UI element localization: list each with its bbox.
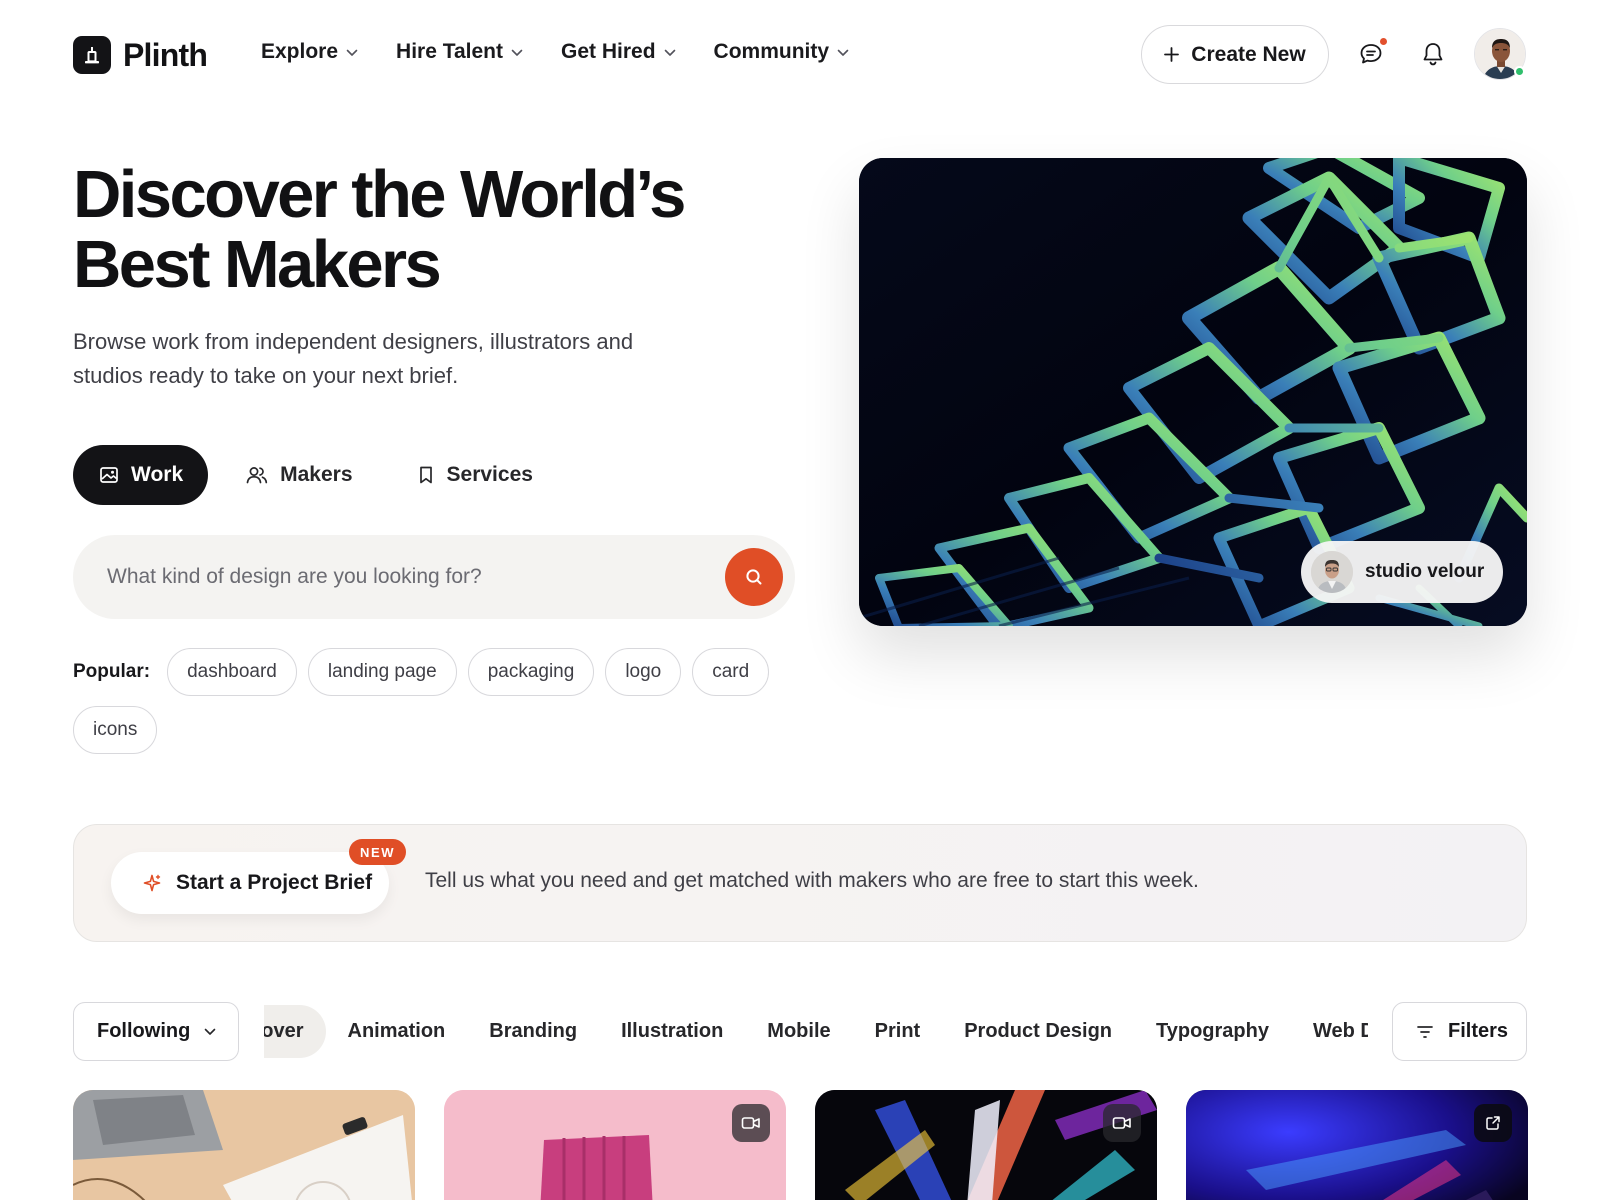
main-nav: Explore Hire Talent Get Hired Community <box>261 40 849 64</box>
search-icon <box>746 569 762 585</box>
project-brief-banner: Start a Project Brief NEW Tell us what y… <box>73 824 1527 942</box>
category-web-design[interactable]: Web Design <box>1291 1005 1368 1058</box>
search-type-tabs: Work Makers Services <box>73 445 559 505</box>
popular-tag[interactable]: icons <box>73 706 158 754</box>
hero-subtitle: Browse work from independent designers, … <box>73 325 673 393</box>
search-input[interactable] <box>107 565 707 589</box>
popular-tag[interactable]: dashboard <box>167 648 297 696</box>
nav-explore[interactable]: Explore <box>261 40 358 64</box>
category-print[interactable]: Print <box>853 1005 943 1058</box>
brief-description: Tell us what you need and get matched wi… <box>425 869 1199 892</box>
shot-thumbnail <box>73 1090 415 1200</box>
hero-subtitle-line-2: studios ready to take on your next brief… <box>73 363 459 388</box>
category-discover[interactable]: Discover <box>264 1005 326 1058</box>
bell-icon <box>1423 43 1443 66</box>
shot-card[interactable] <box>815 1090 1157 1200</box>
top-nav-bar: Plinth Explore Hire Talent Get Hired Com… <box>0 0 1600 108</box>
nav-community[interactable]: Community <box>714 40 850 64</box>
hero-title-line-2: Best Makers <box>73 227 442 302</box>
external-link-icon <box>1486 1116 1500 1130</box>
users-icon <box>246 467 268 484</box>
category-branding[interactable]: Branding <box>467 1005 599 1058</box>
following-label: Following <box>97 1020 191 1042</box>
chevron-down-icon <box>837 49 849 56</box>
filters-label: Filters <box>1448 1020 1509 1042</box>
start-project-brief-button[interactable]: Start a Project Brief <box>111 852 389 914</box>
create-new-label: Create New <box>1191 42 1306 66</box>
category-animation[interactable]: Animation <box>326 1005 468 1058</box>
tab-services-label: Services <box>446 463 533 486</box>
bookmark-icon <box>419 466 432 484</box>
category-typography[interactable]: Typography <box>1134 1005 1291 1058</box>
shot-card[interactable] <box>444 1090 786 1200</box>
nav-get-hired[interactable]: Get Hired <box>561 40 676 64</box>
shot-card[interactable] <box>1186 1090 1528 1200</box>
popular-tag[interactable]: packaging <box>467 648 595 696</box>
hero-title: Discover the World’s Best Makers <box>73 160 773 300</box>
nav-explore-label: Explore <box>261 40 339 63</box>
tab-makers-label: Makers <box>280 463 353 486</box>
search-button[interactable] <box>725 548 783 606</box>
sparkle-icon <box>143 874 161 892</box>
tab-services[interactable]: Services <box>391 445 559 505</box>
popular-searches: Popular: dashboard landing page packagin… <box>73 648 793 754</box>
popular-tag[interactable]: card <box>692 648 770 696</box>
category-product-design[interactable]: Product Design <box>942 1005 1134 1058</box>
popular-tag[interactable]: logo <box>605 648 682 696</box>
brand-name: Plinth <box>123 36 208 73</box>
popular-label: Popular: <box>73 661 151 682</box>
user-avatar[interactable] <box>1474 28 1526 80</box>
category-list: Discover Animation Branding Illustration… <box>264 1005 1368 1058</box>
featured-credit-badge[interactable]: studio velour <box>1301 541 1503 603</box>
nav-hire-talent-label: Hire Talent <box>396 40 503 63</box>
online-status-dot <box>1514 66 1525 77</box>
chevron-down-icon <box>664 49 675 56</box>
nav-get-hired-label: Get Hired <box>561 40 656 63</box>
messages-button[interactable] <box>1351 34 1391 74</box>
external-link-badge <box>1474 1104 1512 1142</box>
tab-makers[interactable]: Makers <box>220 445 378 505</box>
following-dropdown[interactable]: Following <box>73 1002 239 1061</box>
unread-dot <box>1380 38 1387 45</box>
category-illustration[interactable]: Illustration <box>599 1005 745 1058</box>
category-scroller[interactable]: Discover Animation Branding Illustration… <box>264 1002 1368 1061</box>
shot-card[interactable] <box>73 1090 415 1200</box>
nav-hire-talent[interactable]: Hire Talent <box>396 40 523 64</box>
featured-credit-name: studio velour <box>1365 561 1485 582</box>
filters-button[interactable]: Filters <box>1392 1002 1527 1061</box>
tab-work[interactable]: Work <box>73 445 209 505</box>
hero-subtitle-line-1: Browse work from independent designers, … <box>73 329 634 354</box>
notifications-button[interactable] <box>1413 34 1453 74</box>
studio-avatar <box>1311 551 1353 593</box>
category-mobile[interactable]: Mobile <box>745 1005 852 1058</box>
chevron-down-icon <box>205 1028 216 1035</box>
create-new-button[interactable]: Create New <box>1141 25 1329 84</box>
video-icon <box>1112 1117 1131 1129</box>
popular-tag[interactable]: landing page <box>307 648 457 696</box>
image-icon <box>100 467 118 483</box>
chevron-down-icon <box>346 49 358 56</box>
plus-icon <box>1164 47 1180 62</box>
filter-icon <box>1417 1025 1433 1038</box>
hero-title-line-1: Discover the World’s <box>73 157 686 232</box>
tab-work-label: Work <box>131 463 184 486</box>
video-badge <box>732 1104 770 1142</box>
brand-logo[interactable]: Plinth <box>73 36 208 74</box>
nav-community-label: Community <box>713 40 830 63</box>
new-badge: NEW <box>349 839 407 865</box>
search-bar <box>73 535 795 619</box>
plinth-logo-icon <box>73 36 111 74</box>
start-project-brief-label: Start a Project Brief <box>176 871 373 894</box>
video-badge <box>1103 1104 1141 1142</box>
video-icon <box>741 1117 760 1129</box>
chevron-down-icon <box>511 49 523 56</box>
chat-bubble-icon <box>1360 44 1382 64</box>
